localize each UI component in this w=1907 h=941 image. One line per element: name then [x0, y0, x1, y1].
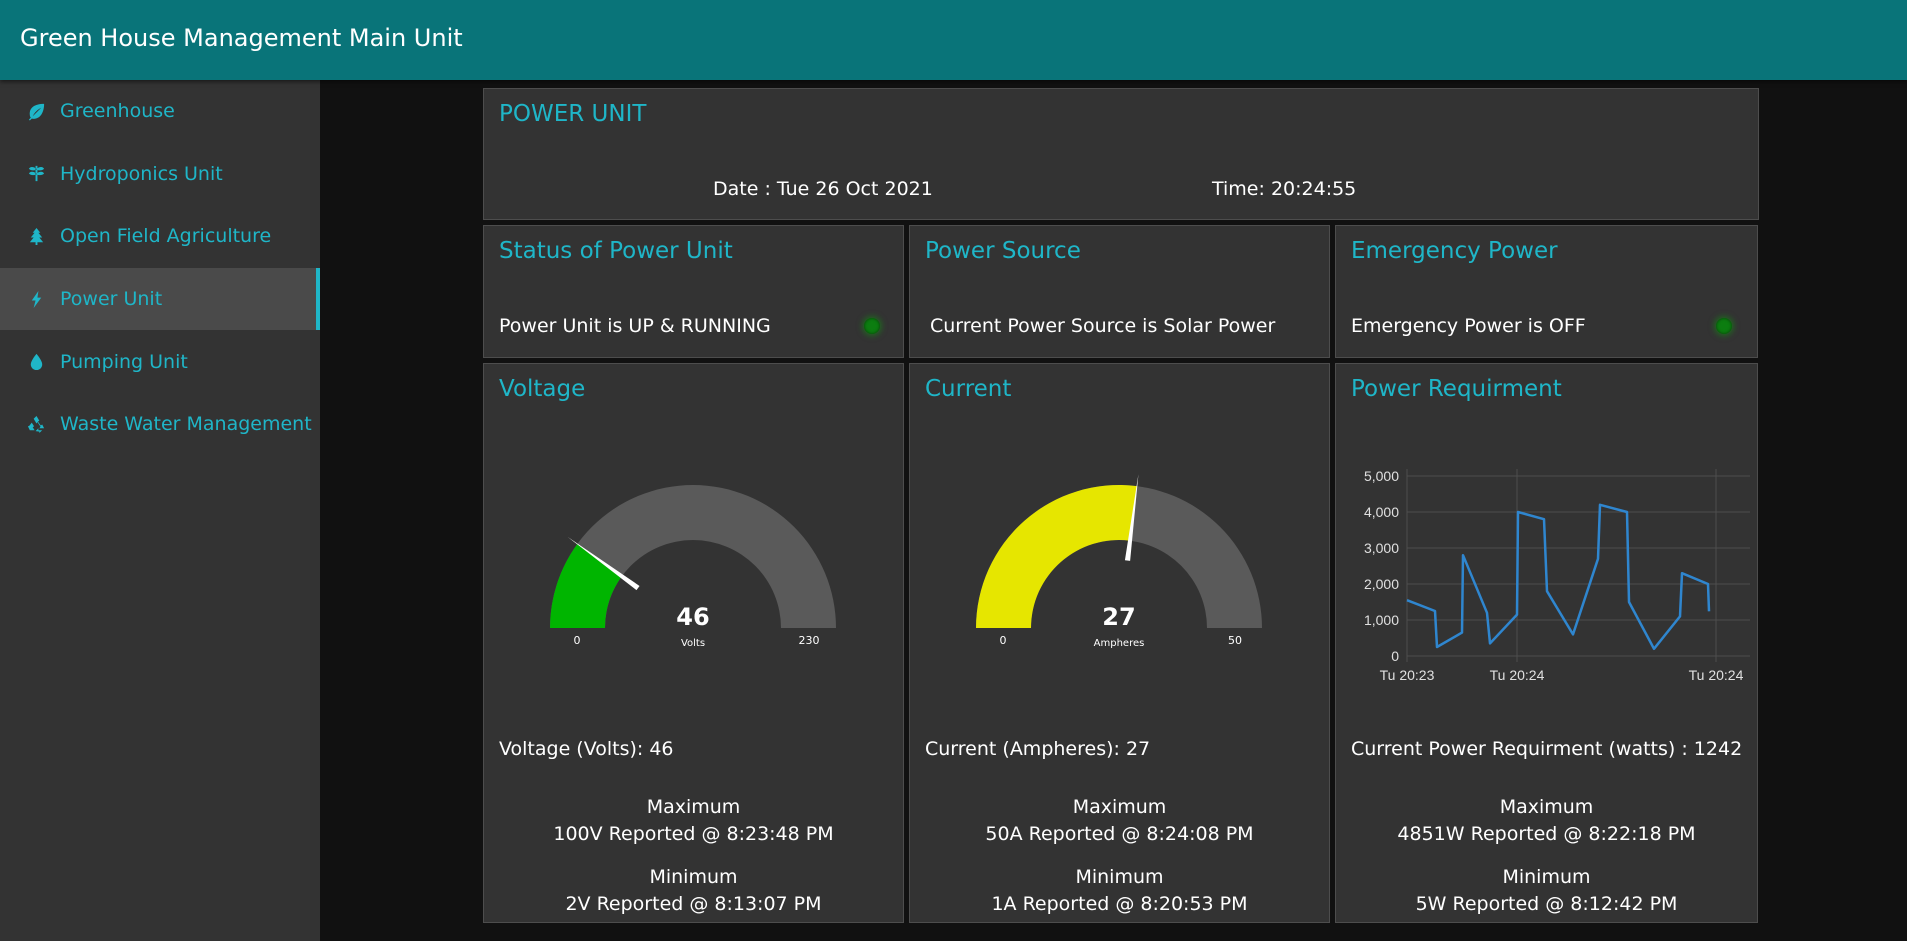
current-min-value: 1A Reported @ 8:20:53 PM: [991, 893, 1248, 915]
power-source-title: Power Source: [925, 238, 1081, 264]
sidebar-item-pumping-unit[interactable]: Pumping Unit: [0, 330, 320, 393]
chart-ytick-label: 0: [1391, 648, 1399, 664]
power-series-line: [1406, 503, 1711, 651]
voltage-max-label: Maximum: [646, 796, 741, 818]
voltage-min-label: Minimum: [649, 866, 738, 888]
chart-ytick-label: 2,000: [1364, 576, 1399, 592]
sidebar-item-power-unit[interactable]: Power Unit: [0, 267, 320, 331]
time-display: Time: 20:24:55: [1212, 178, 1357, 200]
bolt-icon: [24, 290, 48, 309]
gauge-min-label: 0: [1000, 634, 1007, 647]
gauge-max-label: 230: [799, 634, 820, 647]
gauge-unit: Volts: [681, 638, 705, 649]
top-bar: Green House Management Main Unit: [0, 0, 1907, 80]
date-display: Date : Tue 26 Oct 2021: [713, 178, 933, 200]
current-reading: Current (Ampheres): 27: [925, 738, 1151, 760]
chart-xtick-label: Tu 20:24: [1689, 667, 1744, 683]
power-source-card: Power Source Current Power Source is Sol…: [909, 225, 1330, 358]
page-title: POWER UNIT: [499, 101, 647, 127]
chart-xtick-label: Tu 20:24: [1490, 667, 1545, 683]
sidebar-item-greenhouse[interactable]: Greenhouse: [0, 80, 320, 143]
water-drop-icon: [24, 352, 48, 371]
sidebar-item-label: Open Field Agriculture: [60, 225, 272, 248]
power-reading: Current Power Requirment (watts) : 1242: [1351, 738, 1743, 760]
power-source-text: Current Power Source is Solar Power: [930, 315, 1276, 337]
status-card-title: Status of Power Unit: [499, 238, 733, 264]
sidebar-item-label: Greenhouse: [60, 100, 175, 123]
voltage-max-value: 100V Reported @ 8:23:48 PM: [553, 823, 834, 845]
power-requirement-chart: 0 1,000 2,000 3,000 4,000 5,000 Tu 20:23 Tu 20…: [1364, 468, 1750, 683]
app-title: Green House Management Main Unit: [20, 24, 463, 52]
chart-ytick-label: 1,000: [1364, 612, 1399, 628]
chart-ytick-label: 5,000: [1364, 468, 1399, 484]
leaf-icon: [24, 102, 48, 121]
emergency-indicator-led: [1716, 318, 1732, 334]
gauge-unit: Ampheres: [1094, 638, 1145, 649]
power-min-label: Minimum: [1502, 866, 1591, 888]
sidebar-item-label: Waste Water Management: [60, 413, 312, 436]
sidebar-item-waste-water-management[interactable]: Waste Water Management: [0, 393, 320, 456]
sidebar-item-hydroponics-unit[interactable]: Hydroponics Unit: [0, 143, 320, 206]
sidebar-item-label: Pumping Unit: [60, 350, 188, 373]
current-card: Current 27 Ampheres 0 50 Current (Ampher…: [909, 363, 1330, 923]
sidebar: Greenhouse Hydroponics Unit Open Field A…: [0, 80, 320, 941]
gauge-value: 27: [1102, 603, 1135, 631]
gauge-max-label: 50: [1228, 634, 1242, 647]
current-max-value: 50A Reported @ 8:24:08 PM: [985, 823, 1254, 845]
voltage-min-value: 2V Reported @ 8:13:07 PM: [565, 893, 822, 915]
gauge-min-label: 0: [574, 634, 581, 647]
emergency-power-card: Emergency Power Emergency Power is OFF: [1335, 225, 1758, 358]
status-text: Power Unit is UP & RUNNING: [499, 315, 771, 337]
power-unit-header-card: POWER UNIT Date : Tue 26 Oct 2021 Time: …: [483, 88, 1759, 220]
gauge-value: 46: [676, 603, 709, 631]
current-min-label: Minimum: [1075, 866, 1164, 888]
sidebar-item-open-field-agriculture[interactable]: Open Field Agriculture: [0, 205, 320, 268]
status-indicator-led: [864, 318, 880, 334]
chart-xtick-label: Tu 20:23: [1380, 667, 1435, 683]
tree-icon: [24, 227, 48, 246]
current-gauge: 27 Ampheres 0 50: [976, 474, 1262, 649]
status-card: Status of Power Unit Power Unit is UP & …: [483, 225, 904, 358]
sidebar-item-label: Power Unit: [60, 288, 163, 311]
sidebar-item-label: Hydroponics Unit: [60, 162, 223, 185]
chart-ytick-label: 4,000: [1364, 504, 1399, 520]
voltage-gauge: 46 Volts 0 230: [550, 485, 836, 649]
seedling-icon: [24, 164, 48, 183]
power-max-label: Maximum: [1499, 796, 1594, 818]
chart-ytick-label: 3,000: [1364, 540, 1399, 556]
recycle-icon: [24, 415, 48, 434]
power-max-value: 4851W Reported @ 8:22:18 PM: [1397, 823, 1696, 845]
power-requirement-card: Power Requirment 0 1,000 2,000 3,000 4,000 5,…: [1335, 363, 1758, 923]
voltage-reading: Voltage (Volts): 46: [499, 738, 674, 760]
emergency-power-text: Emergency Power is OFF: [1351, 315, 1586, 337]
emergency-power-title: Emergency Power: [1351, 238, 1558, 264]
current-max-label: Maximum: [1072, 796, 1167, 818]
voltage-card: Voltage 46 Volts 0 230 Voltage (Volts): …: [483, 363, 904, 923]
power-min-value: 5W Reported @ 8:12:42 PM: [1415, 893, 1678, 915]
